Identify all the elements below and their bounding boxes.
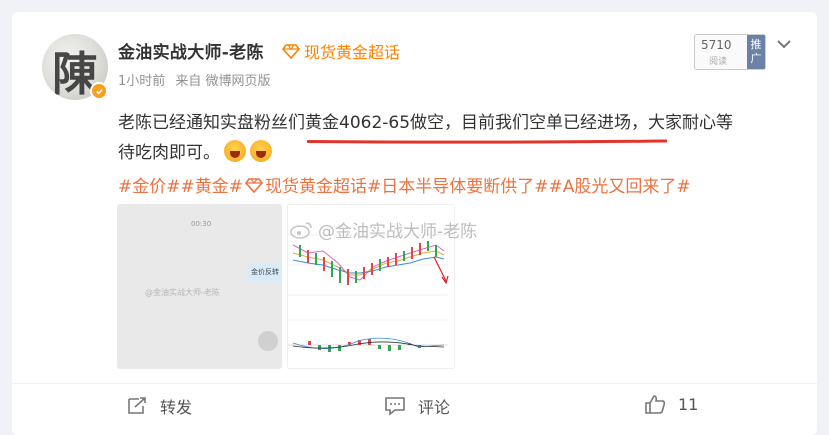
red-underline-annotation [307, 139, 667, 144]
chevron-down-icon[interactable] [776, 38, 792, 50]
promote-box[interactable]: 5710 阅读 推广 [694, 34, 766, 70]
comment-label: 评论 [418, 398, 451, 417]
post-text-line2: 待吃肉即可。 [118, 143, 220, 163]
author-name[interactable]: 金油实战大师-老陈 [118, 38, 264, 63]
video-time: 00:30 [191, 220, 212, 228]
laugh-emoji-icon [224, 140, 246, 162]
hashtag-gold[interactable]: #黄金# [181, 172, 244, 197]
repost-button[interactable]: 转发 [126, 394, 192, 418]
post-meta: 1小时前 来自 微博网页版 [118, 70, 277, 89]
promote-count: 5710 [701, 38, 732, 52]
hashtag-supertopic[interactable]: 现货黄金超话 [265, 172, 367, 197]
promote-tag: 推广 [747, 35, 765, 69]
divider [12, 383, 817, 384]
verified-badge-icon [90, 82, 108, 100]
chat-bubble: 金价反转 [248, 263, 282, 281]
weibo-logo-icon [290, 221, 312, 239]
post-text-line1: 老陈已经通知实盘粉丝们黄金4062-65做空，目前我们空单已经进场，大家耐心等 [118, 113, 734, 133]
thumbs-up-icon [645, 395, 666, 414]
diamond-icon [245, 177, 263, 193]
post-time[interactable]: 1小时前 [118, 74, 165, 89]
hashtag-a-shares[interactable]: #A股光又回来了# [549, 172, 691, 197]
diamond-icon [282, 44, 300, 59]
repost-icon [128, 397, 146, 414]
supertopic-label: 现货黄金超话 [304, 43, 401, 62]
laugh-emoji-icon [250, 140, 272, 162]
like-button[interactable]: 11 [644, 394, 698, 414]
video-watermark: @金油实战大师-老陈 [145, 288, 220, 297]
repost-label: 转发 [160, 398, 193, 417]
weibo-post-card: 陳 金油实战大师-老陈 现货黄金超话 1小时前 来自 微博网页版 5710 阅读… [12, 12, 817, 435]
post-source: 来自 微博网页版 [175, 74, 271, 89]
video-thumbnail[interactable]: 00:30 @金油实战大师-老陈 金价反转 [117, 204, 282, 369]
promote-sub: 阅读 [709, 57, 728, 67]
hashtag-gold-price[interactable]: #金价# [118, 172, 181, 197]
image-watermark: @金油实战大师-老陈 [290, 217, 477, 242]
post-text: 老陈已经通知实盘粉丝们黄金4062-65做空，目前我们空单已经进场，大家耐心等 … [118, 108, 808, 168]
image-watermark-text: @金油实战大师-老陈 [318, 222, 478, 242]
supertopic-link[interactable]: 现货黄金超话 [282, 39, 400, 63]
hashtag-japan-chip[interactable]: #日本半导体要断供了# [367, 172, 549, 197]
hashtag-row: #金价# #黄金# 现货黄金超话 #日本半导体要断供了# #A股光又回来了# [118, 172, 691, 197]
comment-icon [385, 397, 405, 416]
like-count: 11 [678, 394, 699, 414]
comment-button[interactable]: 评论 [384, 394, 450, 418]
play-icon [258, 331, 278, 351]
